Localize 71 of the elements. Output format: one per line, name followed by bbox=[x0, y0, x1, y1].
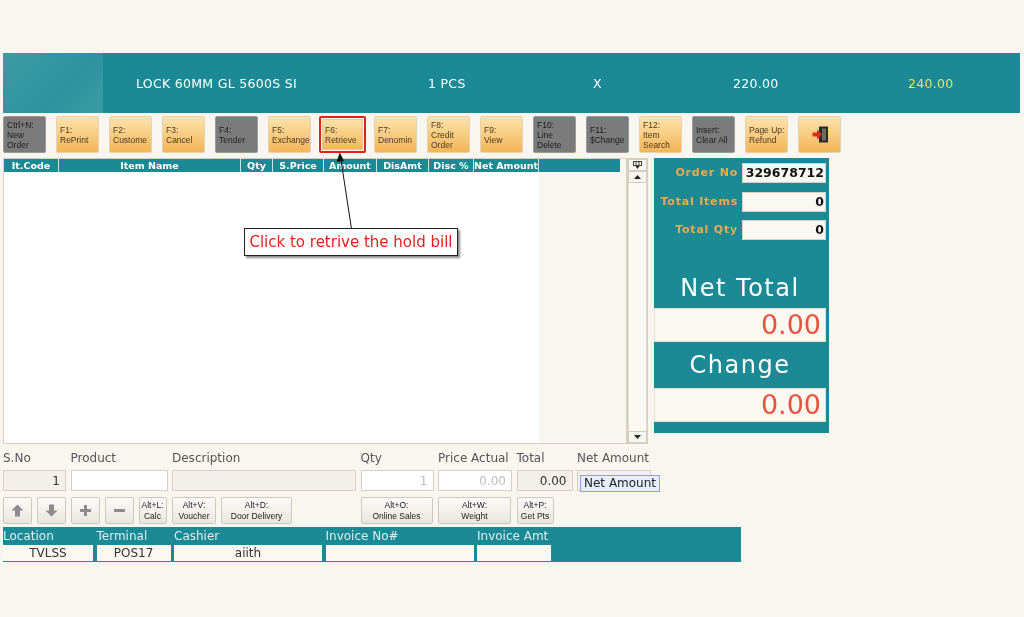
item-name: LOCK 60MM GL 5600S SI bbox=[136, 75, 297, 91]
item-quantity: 1 PCS bbox=[428, 75, 466, 91]
input-field[interactable] bbox=[70, 470, 168, 491]
toolbar-button[interactable]: Page Up: Refund bbox=[745, 116, 788, 153]
toolbar-button[interactable]: F6: Retrieve bbox=[319, 116, 366, 153]
status-field: POS17 bbox=[96, 545, 171, 561]
field-label: Qty bbox=[360, 450, 383, 467]
move-up-button[interactable] bbox=[3, 497, 32, 524]
shortcut-button[interactable]: Alt+P: Get Pts bbox=[516, 497, 554, 524]
field-label: Description bbox=[172, 450, 242, 467]
status-label: Terminal bbox=[96, 528, 149, 545]
summary-label: Total Items bbox=[659, 193, 738, 210]
grid-icon bbox=[633, 161, 642, 169]
shortcut-button[interactable]: Alt+O: Online Sales bbox=[360, 497, 433, 524]
status-label: Invoice Amt bbox=[477, 528, 550, 545]
toolbar-button[interactable]: F9: View bbox=[480, 116, 523, 153]
shortcut-button[interactable]: Alt+D: Door Delivery bbox=[221, 497, 292, 524]
shortcut-button[interactable]: Alt+W: Weight bbox=[438, 497, 511, 524]
status-label: Invoice No# bbox=[325, 528, 400, 545]
summary-value: 329678712 bbox=[742, 163, 826, 183]
toolbar-button[interactable]: F8: Credit Order bbox=[427, 116, 470, 153]
exit-icon bbox=[812, 126, 829, 143]
input-field[interactable]: 1 bbox=[360, 470, 434, 491]
down-arrow-icon bbox=[45, 504, 58, 517]
field-label: Net Amount bbox=[577, 450, 651, 467]
exit-button[interactable] bbox=[798, 116, 841, 153]
summary-value: 0 bbox=[742, 191, 826, 212]
net-total-label: Net Total bbox=[680, 274, 800, 302]
caret-down-icon bbox=[634, 435, 641, 439]
change-label: Change bbox=[689, 351, 791, 379]
plus-icon bbox=[79, 505, 91, 516]
scroll-down-button[interactable] bbox=[628, 431, 647, 443]
tooltip: Net Amount bbox=[580, 475, 661, 492]
summary-label: Order No bbox=[674, 165, 738, 181]
scrollbar[interactable] bbox=[627, 158, 648, 444]
shortcut-button[interactable]: Alt+V: Voucher bbox=[172, 497, 216, 524]
field-label: S.No bbox=[3, 450, 32, 467]
column-menu-button[interactable] bbox=[628, 159, 647, 171]
up-arrow-icon bbox=[11, 504, 24, 517]
field-label: Total bbox=[516, 450, 546, 467]
net-total-value: 0.00 bbox=[654, 308, 826, 342]
input-field[interactable]: 1 bbox=[3, 470, 66, 491]
item-price: 220.00 bbox=[733, 75, 779, 91]
shortcut-button[interactable]: Alt+L: Calc bbox=[138, 497, 167, 524]
change-value: 0.00 bbox=[654, 388, 826, 422]
add-button[interactable] bbox=[70, 497, 100, 524]
status-field: TVLSS bbox=[3, 545, 93, 561]
field-label: Price Actual bbox=[438, 450, 510, 467]
callout-text: Click to retrive the hold bill bbox=[249, 233, 453, 251]
summary-label: Total Qty bbox=[674, 222, 738, 238]
toolbar-button[interactable]: F1: RePrint bbox=[56, 116, 99, 153]
minus-icon bbox=[113, 509, 125, 512]
toolbar-button[interactable]: F12: Item Search bbox=[639, 116, 682, 153]
toolbar-button[interactable]: F5: Exchange bbox=[268, 116, 311, 153]
caret-up-icon bbox=[634, 175, 641, 179]
input-field[interactable] bbox=[172, 470, 356, 491]
summary-value: 0 bbox=[742, 220, 826, 240]
toolbar-button[interactable]: F3: Cancel bbox=[162, 116, 205, 153]
move-down-button[interactable] bbox=[37, 497, 66, 524]
status-label: Location bbox=[3, 528, 55, 545]
status-label: Cashier bbox=[174, 528, 221, 545]
scroll-up-button[interactable] bbox=[628, 171, 647, 183]
remove-button[interactable] bbox=[104, 497, 134, 524]
multiplier-sign: X bbox=[593, 75, 602, 91]
item-amount: 240.00 bbox=[908, 75, 954, 91]
toolbar-button[interactable]: F7: Denomin bbox=[374, 116, 417, 153]
toolbar-button[interactable]: F2: Custome bbox=[109, 116, 152, 153]
status-field: aiith bbox=[174, 545, 322, 561]
input-field[interactable]: 0.00 bbox=[438, 470, 512, 491]
input-field[interactable]: 0.00 bbox=[516, 470, 573, 491]
field-label: Product bbox=[70, 450, 118, 467]
